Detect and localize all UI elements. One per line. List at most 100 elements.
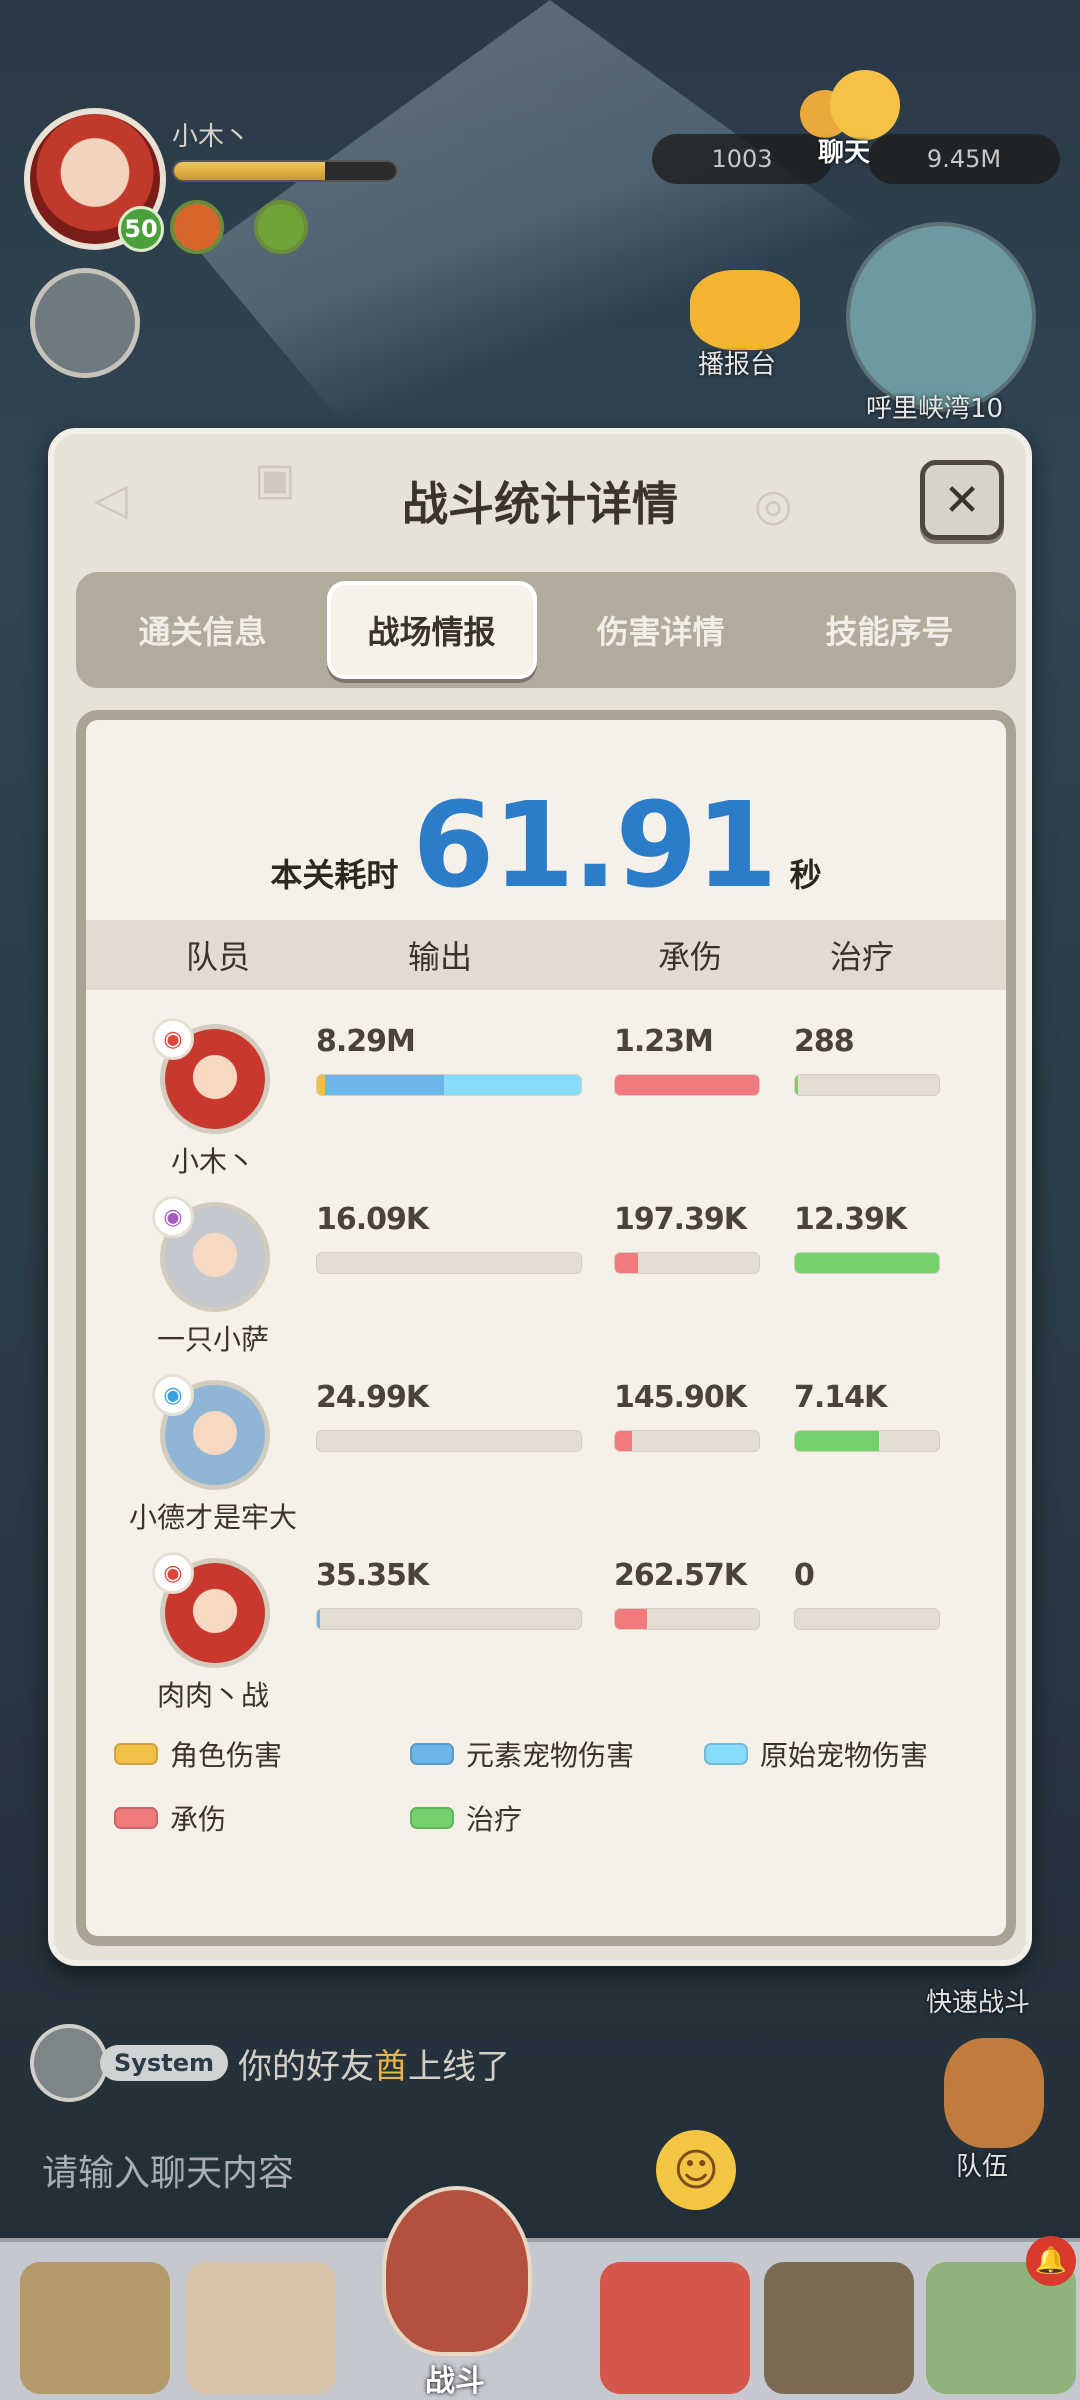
output-value: 16.09K	[316, 1202, 429, 1237]
nav-item-guild[interactable]	[764, 2262, 914, 2394]
output-value: 24.99K	[316, 1380, 429, 1415]
character-damage-segment	[317, 1075, 325, 1095]
tab-battle-intel[interactable]: 战场情报	[326, 581, 537, 679]
fire-element-icon: ◉	[152, 1018, 194, 1060]
clear-time: 本关耗时 61.91 秒	[86, 776, 1006, 914]
legend-swatch	[704, 1743, 748, 1765]
system-message: System 你的好友酋上线了	[30, 2024, 510, 2102]
quick-fight-label[interactable]: 快速战斗	[926, 1982, 1030, 2019]
healing-bar	[794, 1074, 940, 1096]
buff-icon[interactable]	[170, 200, 224, 254]
nav-item-battle[interactable]: 战斗	[342, 2186, 568, 2400]
map-label: 呼里峡湾10	[866, 394, 1004, 424]
battle-icon	[382, 2186, 532, 2356]
col-healing: 治疗	[830, 938, 895, 976]
system-avatar	[30, 2024, 108, 2102]
damage-taken-value: 197.39K	[614, 1202, 747, 1237]
legend-swatch	[410, 1807, 454, 1829]
nav-item-shop[interactable]	[600, 2262, 750, 2394]
primal-pet-damage-segment	[443, 1075, 581, 1095]
healing-fill	[795, 1075, 798, 1095]
notification-bell-icon[interactable]: 🔔	[1026, 2236, 1076, 2286]
tab-damage-details[interactable]: 伤害详情	[556, 581, 766, 679]
broadcast-label: 播报台	[698, 350, 777, 380]
legend-item: 原始宠物伤害	[704, 1734, 928, 1774]
col-damage-taken: 承伤	[658, 938, 723, 976]
player-row: ◉ 肉肉丶战 35.35K 262.57K 0	[86, 1540, 1006, 1720]
minimap[interactable]	[846, 222, 1036, 412]
output-value: 35.35K	[316, 1558, 429, 1593]
output-bar	[316, 1074, 582, 1096]
legend-label: 承伤	[170, 1803, 227, 1836]
chat-button[interactable]: 聊天	[800, 70, 910, 170]
legend-item: 角色伤害	[114, 1734, 282, 1774]
emoji-button[interactable]: ☺	[656, 2130, 736, 2210]
time-unit: 秒	[789, 856, 822, 894]
col-output: 输出	[408, 938, 473, 976]
battle-stats-modal: ◁ ▣ ◎ 战斗统计详情 ✕ 通关信息 战场情报 伤害详情 技能序号 本关耗时 …	[48, 428, 1032, 1966]
player-name: 一只小萨	[156, 1323, 269, 1356]
msg-prefix: 你的好友	[237, 2046, 374, 2087]
legend-label: 元素宠物伤害	[466, 1739, 635, 1772]
damage-taken-fill	[615, 1609, 647, 1629]
healing-value: 12.39K	[794, 1202, 907, 1237]
buff-icon[interactable]	[254, 200, 308, 254]
legend-swatch	[114, 1807, 158, 1829]
player-row: ◉ 小德才是牢大 24.99K 145.90K 7.14K	[86, 1362, 1006, 1542]
player-row: ◉ 小木丶 8.29M 1.23M 288	[86, 1006, 1006, 1186]
smiley-icon	[830, 70, 900, 140]
col-member: 队员	[186, 938, 251, 976]
time-label: 本关耗时	[270, 856, 399, 894]
healing-value: 0	[794, 1558, 815, 1593]
player-name: 小木丶	[172, 122, 251, 152]
healing-bar	[794, 1430, 940, 1452]
stats-panel: 本关耗时 61.91 秒 队员 输出 承伤 治疗 ◉ 小木丶 8.29M 1.23M 2…	[76, 710, 1016, 1946]
msg-suffix: 上线了	[407, 2046, 510, 2087]
level-badge: 50	[118, 206, 164, 252]
output-bar	[316, 1252, 582, 1274]
broadcast-icon[interactable]	[690, 270, 800, 350]
element-pet-damage-segment	[317, 1609, 320, 1629]
element-pet-damage-segment	[324, 1075, 444, 1095]
output-value: 8.29M	[316, 1024, 416, 1059]
nav-item-character[interactable]	[186, 2262, 336, 2394]
damage-taken-value: 1.23M	[614, 1024, 714, 1059]
legend-swatch	[114, 1743, 158, 1765]
damage-taken-bar	[614, 1608, 760, 1630]
xp-bar-fill	[174, 162, 325, 180]
healing-value: 7.14K	[794, 1380, 887, 1415]
damage-taken-fill	[615, 1253, 639, 1273]
teammate-avatar[interactable]	[30, 268, 140, 378]
damage-taken-bar	[614, 1074, 760, 1096]
chat-label: 聊天	[818, 138, 871, 168]
system-tag: System	[100, 2045, 228, 2081]
healing-bar	[794, 1608, 940, 1630]
damage-taken-fill	[615, 1431, 633, 1451]
close-button[interactable]: ✕	[920, 460, 1004, 540]
healing-fill	[795, 1253, 939, 1273]
currency-value: 9.45M	[926, 145, 1002, 173]
legend-item: 承伤	[114, 1798, 226, 1838]
damage-taken-bar	[614, 1430, 760, 1452]
nav-battle-label: 战斗	[425, 2364, 485, 2399]
team-icon[interactable]	[944, 2038, 1044, 2148]
team-label: 队伍	[956, 2152, 1009, 2182]
player-name: 小木丶	[170, 1145, 255, 1178]
player-row: ◉ 一只小萨 16.09K 197.39K 12.39K	[86, 1184, 1006, 1364]
nav-item-pets[interactable]	[20, 2262, 170, 2394]
tab-skill-order[interactable]: 技能序号	[785, 581, 995, 679]
player-name: 小德才是牢大	[128, 1501, 297, 1534]
legend-swatch	[410, 1743, 454, 1765]
table-header: 队员 输出 承伤 治疗	[86, 920, 1006, 990]
legend-label: 原始宠物伤害	[760, 1739, 929, 1772]
output-bar	[316, 1608, 582, 1630]
player-name: 肉肉丶战	[156, 1679, 269, 1712]
bottom-nav: 战斗	[0, 2186, 1080, 2400]
healing-value: 288	[794, 1024, 855, 1059]
fire-element-icon: ◉	[152, 1552, 194, 1594]
friend-name[interactable]: 酋	[374, 2047, 408, 2087]
water-element-icon: ◉	[152, 1374, 194, 1416]
output-bar	[316, 1430, 582, 1452]
tab-bar: 通关信息 战场情报 伤害详情 技能序号	[76, 572, 1016, 688]
tab-clear-info[interactable]: 通关信息	[98, 581, 308, 679]
